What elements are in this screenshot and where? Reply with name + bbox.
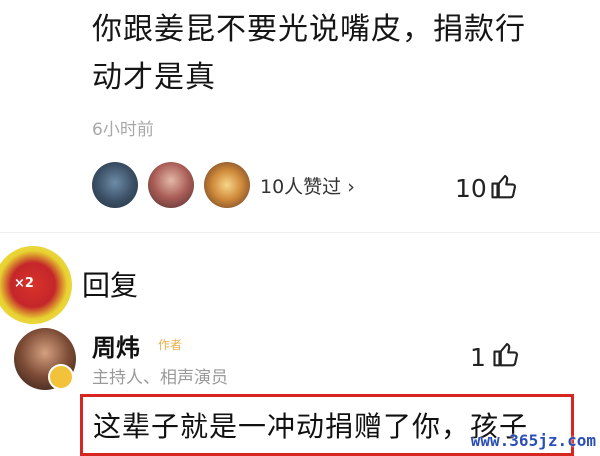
thumbs-up-icon[interactable] (492, 339, 522, 369)
reply-text: 这辈子就是一冲动捐赠了你，孩子 (93, 410, 529, 443)
author-role: 主持人、相声演员 (92, 368, 228, 388)
reply-header-label[interactable]: 回复 (82, 264, 138, 304)
comment-time: 6小时前 (92, 120, 154, 140)
comment-text: 你跟姜昆不要光说嘴皮，捐款行动才是真 (92, 12, 526, 95)
watermark: www.365jz.com (470, 431, 596, 450)
liker-avatar-1[interactable] (92, 162, 138, 208)
author-tag: 作者 (158, 338, 183, 352)
thumbs-up-icon[interactable] (490, 171, 520, 201)
rank-badge: ×2 (0, 246, 72, 324)
liker-avatar-3[interactable] (204, 162, 250, 208)
author-medal-icon (48, 364, 74, 390)
likers-count-link[interactable]: 10人赞过 › (260, 172, 355, 199)
liker-avatar-2[interactable] (148, 162, 194, 208)
comment-like-count: 10 (455, 174, 487, 203)
section-divider (0, 232, 600, 233)
author-name[interactable]: 周炜 (92, 328, 140, 363)
rank-badge-label: ×2 (14, 276, 34, 291)
reply-like-count: 1 (470, 343, 486, 372)
